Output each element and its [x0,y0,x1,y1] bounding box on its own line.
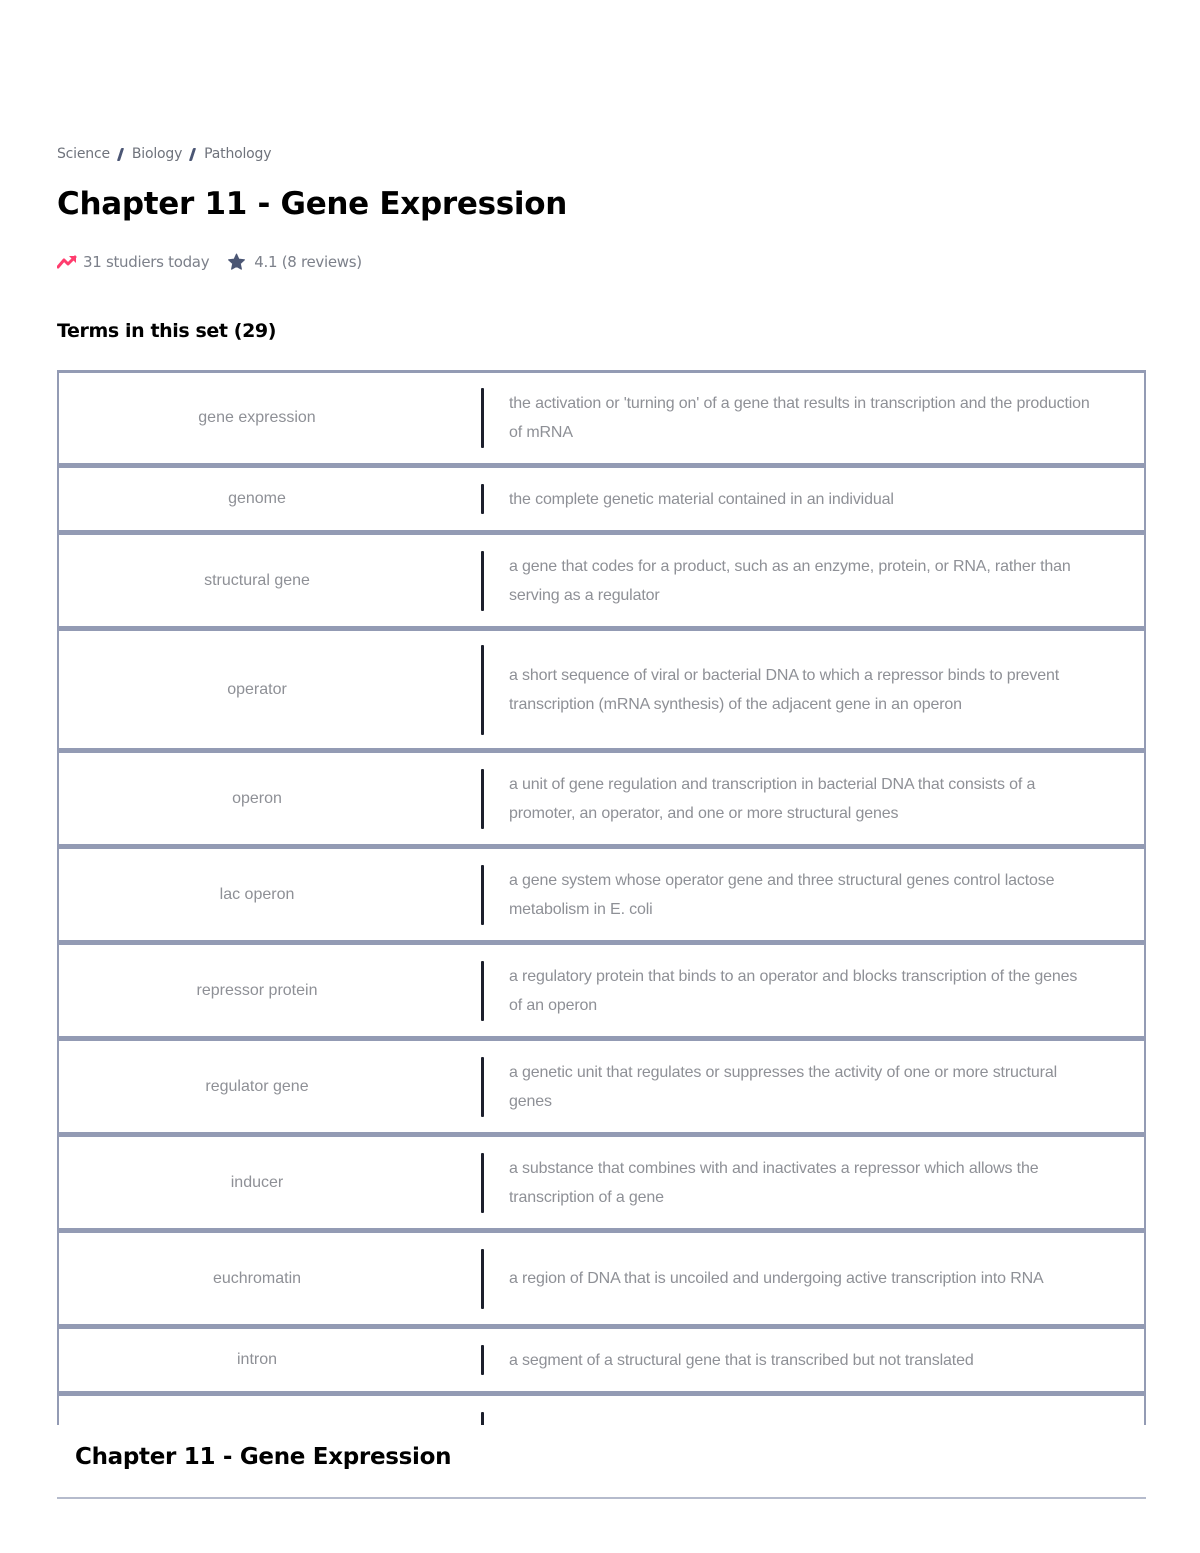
term-divider-wrap [455,753,509,844]
term-card[interactable]: intron a segment of a structural gene tha… [57,1326,1146,1393]
breadcrumb-biology[interactable]: Biology [132,146,182,162]
term-divider [480,768,484,829]
breadcrumb-separator-icon [116,147,124,161]
term-divider-wrap [455,1041,509,1132]
term-divider-wrap [455,631,509,748]
footer-title: Chapter 11 - Gene Expression [75,1444,452,1470]
term-card[interactable]: genome the complete genetic material cont… [57,465,1146,532]
term-definition: a regulatory protein that binds to an op… [509,967,1078,1014]
term-divider-wrap [455,849,509,940]
term-definition: a unit of gene regulation and transcript… [509,775,1036,822]
set-stats: 31 studiers today 4.1 (8 reviews) [57,253,362,271]
term-word: structural gene [204,571,310,589]
term-card[interactable]: inducer a substance that combines with an… [57,1134,1146,1230]
term-card[interactable]: gene expression the activation or 'turnin… [57,370,1146,465]
footer-divider [57,1497,1146,1499]
term-divider-wrap [455,1233,509,1324]
term-divider-wrap [455,945,509,1036]
term-card[interactable]: structural gene a gene that codes for a p… [57,532,1146,628]
trending-up-icon [57,255,77,269]
term-word: repressor protein [196,981,318,999]
term-card[interactable]: lac operon a gene system whose operator g… [57,846,1146,942]
term-definition: a gene that codes for a product, such as… [509,557,1071,604]
term-divider [480,644,484,735]
term-word: operon [232,789,282,807]
term-divider-wrap [455,468,509,530]
term-divider-wrap [455,1329,509,1391]
term-divider-wrap [455,535,509,626]
term-definition: the activation or 'turning on' of a gene… [509,395,1090,441]
terms-list: gene expression the activation or 'turnin… [57,370,1146,1425]
term-card[interactable]: operator a short sequence of viral or bac… [57,628,1146,750]
term-definition: a genetic unit that regulates or suppres… [509,1063,1057,1110]
term-divider [480,960,484,1021]
term-definition: in a structural gene, one of the segment… [509,1396,1144,1425]
term-divider [480,550,484,611]
term-card[interactable]: euchromatin a region of DNA that is uncoi… [57,1230,1146,1326]
breadcrumb-separator-icon [189,147,197,161]
breadcrumb-pathology[interactable]: Pathology [204,146,271,162]
term-definition: a region of DNA that is uncoiled and und… [509,1270,1044,1287]
term-word: operator [227,680,287,698]
page-title: Chapter 11 - Gene Expression [57,186,567,222]
term-divider [480,864,484,925]
term-divider-wrap [455,1396,509,1425]
term-word: regulator gene [205,1077,309,1095]
term-card[interactable]: operon a unit of gene regulation and tran… [57,750,1146,846]
term-card[interactable]: in a structural gene, one of the segment… [57,1393,1146,1425]
term-divider [480,388,484,448]
term-divider [480,484,484,514]
star-icon [228,253,246,270]
term-word: genome [228,490,286,507]
term-divider-wrap [455,373,509,463]
term-definition: a segment of a structural gene that is t… [509,1351,974,1369]
term-word: euchromatin [212,1269,302,1287]
studiers-count: 31 studiers today [83,253,210,271]
term-card[interactable]: regulator gene a genetic unit that regula… [57,1038,1146,1134]
term-definition: the complete genetic material contained … [509,490,894,508]
term-divider [480,1248,484,1309]
term-word: lac operon [219,885,295,903]
breadcrumb: Science Biology Pathology [57,146,272,162]
term-divider-wrap [455,1137,509,1228]
term-divider [480,1345,484,1375]
rating-text[interactable]: 4.1 (8 reviews) [254,253,362,271]
term-word: gene expression [198,409,316,426]
term-divider [480,1412,484,1425]
term-definition: a gene system whose operator gene and th… [509,871,1055,918]
term-word: intron [236,1351,278,1368]
term-definition: a short sequence of viral or bacterial D… [509,666,1060,713]
terms-heading: Terms in this set (29) [57,320,277,342]
term-card[interactable]: repressor protein a regulatory protein th… [57,942,1146,1038]
term-word: inducer [230,1173,284,1191]
term-divider [480,1152,484,1213]
term-definition: a substance that combines with and inact… [509,1159,1039,1206]
breadcrumb-science[interactable]: Science [57,146,110,162]
term-divider [480,1056,484,1117]
